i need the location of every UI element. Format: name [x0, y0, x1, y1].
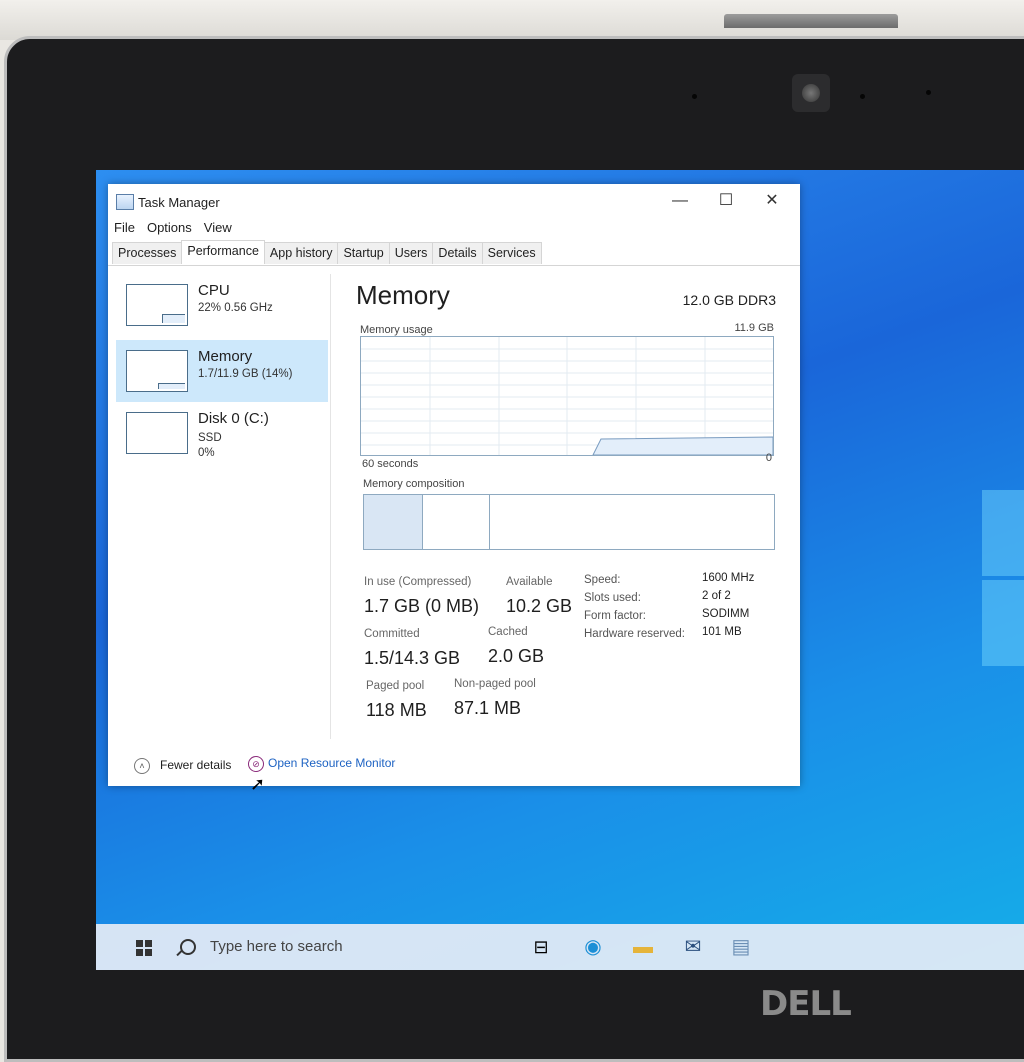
memory-summary: 1.7/11.9 GB (14%): [198, 368, 293, 380]
memory-usage-label: Memory usage: [360, 324, 433, 336]
memory-detail-pane: Memory 12.0 GB DDR3 Memory usage 11.9 GB: [348, 266, 788, 736]
in-use-label: In use (Compressed): [364, 576, 472, 588]
memory-usage-svg: [361, 337, 773, 455]
committed-value: 1.5/14.3 GB: [364, 648, 461, 668]
task-manager-window: Task Manager — ☐ ✕ File Options View Pro…: [108, 184, 800, 786]
sidebar-item-label: CPU: [198, 282, 230, 299]
memory-composition-bar: [363, 494, 775, 550]
sidebar-item-memory[interactable]: Memory 1.7/11.9 GB (14%): [116, 340, 328, 402]
taskbar: Type here to search ⊟ ◉ ▬ ✉ ▤: [96, 924, 1024, 970]
mouse-cursor-icon: ➚: [250, 774, 266, 794]
composition-in-use: [364, 495, 423, 549]
task-manager-icon: [116, 194, 134, 210]
cpu-summary: 22% 0.56 GHz: [198, 302, 273, 314]
memory-usage-max: 11.9 GB: [734, 322, 774, 334]
edge-icon[interactable]: ◉: [580, 934, 606, 960]
form-factor-value: SODIMM: [702, 608, 750, 620]
tab-users[interactable]: Users: [388, 242, 434, 264]
hardware-reserved-value: 101 MB: [702, 626, 742, 638]
menu-file[interactable]: File: [114, 220, 135, 242]
open-resource-monitor-link[interactable]: Open Resource Monitor: [268, 756, 395, 770]
non-paged-pool-value: 87.1 MB: [454, 698, 522, 718]
tab-startup[interactable]: Startup: [337, 242, 390, 264]
memory-usage-area: [592, 436, 773, 455]
resource-sidebar: CPU 22% 0.56 GHz Memory 1.7/11.9 GB (14%…: [116, 274, 331, 739]
hardware-reserved-label: Hardware reserved:: [584, 628, 685, 640]
memory-usage-graph: [360, 336, 774, 456]
memory-composition-label: Memory composition: [363, 478, 465, 490]
non-paged-pool-label: Non-paged pool: [454, 678, 536, 690]
menu-bar: File Options View: [114, 220, 232, 242]
available-value: 10.2 GB: [506, 596, 573, 616]
resource-monitor-icon: ⊘: [248, 756, 264, 772]
cpu-thumbnail-graph: [126, 284, 188, 326]
memory-type: 12.0 GB DDR3: [682, 292, 776, 308]
tab-services[interactable]: Services: [481, 242, 542, 264]
time-range-label: 60 seconds: [362, 458, 419, 470]
memory-heading: Memory: [356, 280, 450, 310]
file-explorer-icon[interactable]: ▬: [630, 934, 656, 960]
performance-panel: CPU 22% 0.56 GHz Memory 1.7/11.9 GB (14%…: [108, 265, 800, 787]
maximize-button[interactable]: ☐: [706, 188, 746, 214]
start-button[interactable]: [136, 940, 152, 956]
dell-logo: DELL: [760, 984, 852, 1024]
search-icon: [180, 939, 196, 955]
paged-pool-value: 118 MB: [366, 700, 427, 720]
sidebar-item-label: Memory: [198, 348, 253, 365]
window-title: Task Manager: [138, 195, 220, 210]
fewer-details-link[interactable]: Fewer details: [160, 758, 231, 772]
sidebar-item-cpu[interactable]: CPU 22% 0.56 GHz: [116, 274, 328, 336]
composition-free: [490, 495, 773, 549]
sensor-dot: [692, 94, 697, 99]
slots-value: 2 of 2: [702, 590, 731, 602]
disk-type: SSD: [198, 432, 222, 444]
tab-performance[interactable]: Performance: [181, 240, 265, 262]
paged-pool-label: Paged pool: [366, 680, 425, 692]
close-button[interactable]: ✕: [752, 188, 792, 214]
tab-details[interactable]: Details: [432, 242, 483, 264]
menu-view[interactable]: View: [204, 220, 232, 242]
speed-value: 1600 MHz: [702, 572, 755, 584]
disk-usage: 0%: [198, 447, 215, 459]
disk-thumbnail-graph: [126, 412, 188, 454]
sensor-dot: [926, 90, 931, 95]
tab-app-history[interactable]: App history: [263, 242, 339, 264]
mail-icon[interactable]: ✉: [680, 934, 706, 960]
windows-wallpaper-logo: [974, 470, 1024, 670]
memory-thumbnail-graph: [126, 350, 188, 392]
laptop-hinge: [724, 14, 898, 28]
cached-value: 2.0 GB: [488, 646, 545, 666]
task-view-icon[interactable]: ⊟: [528, 934, 554, 960]
title-bar[interactable]: Task Manager — ☐ ✕: [108, 184, 800, 220]
sidebar-item-label: Disk 0 (C:): [198, 410, 269, 427]
available-label: Available: [506, 576, 553, 588]
cached-label: Cached: [488, 626, 528, 638]
tab-strip: Processes Performance App history Startu…: [112, 240, 542, 264]
sensor-dot: [860, 94, 865, 99]
chevron-up-icon[interactable]: ˄: [134, 758, 150, 774]
menu-options[interactable]: Options: [147, 220, 192, 242]
minimize-button[interactable]: —: [660, 188, 700, 214]
slots-label: Slots used:: [584, 592, 641, 604]
sidebar-item-disk[interactable]: Disk 0 (C:) SSD 0%: [116, 402, 328, 464]
webcam: [792, 74, 830, 112]
committed-label: Committed: [364, 628, 420, 640]
task-manager-taskbar-icon[interactable]: ▤: [728, 934, 754, 960]
graph-zero-label: 0: [765, 452, 772, 464]
composition-modified: [423, 495, 490, 549]
tab-processes[interactable]: Processes: [112, 242, 183, 264]
speed-label: Speed:: [584, 574, 621, 586]
form-factor-label: Form factor:: [584, 610, 646, 622]
taskbar-search-box[interactable]: Type here to search: [210, 938, 343, 955]
in-use-value: 1.7 GB (0 MB): [364, 596, 480, 616]
